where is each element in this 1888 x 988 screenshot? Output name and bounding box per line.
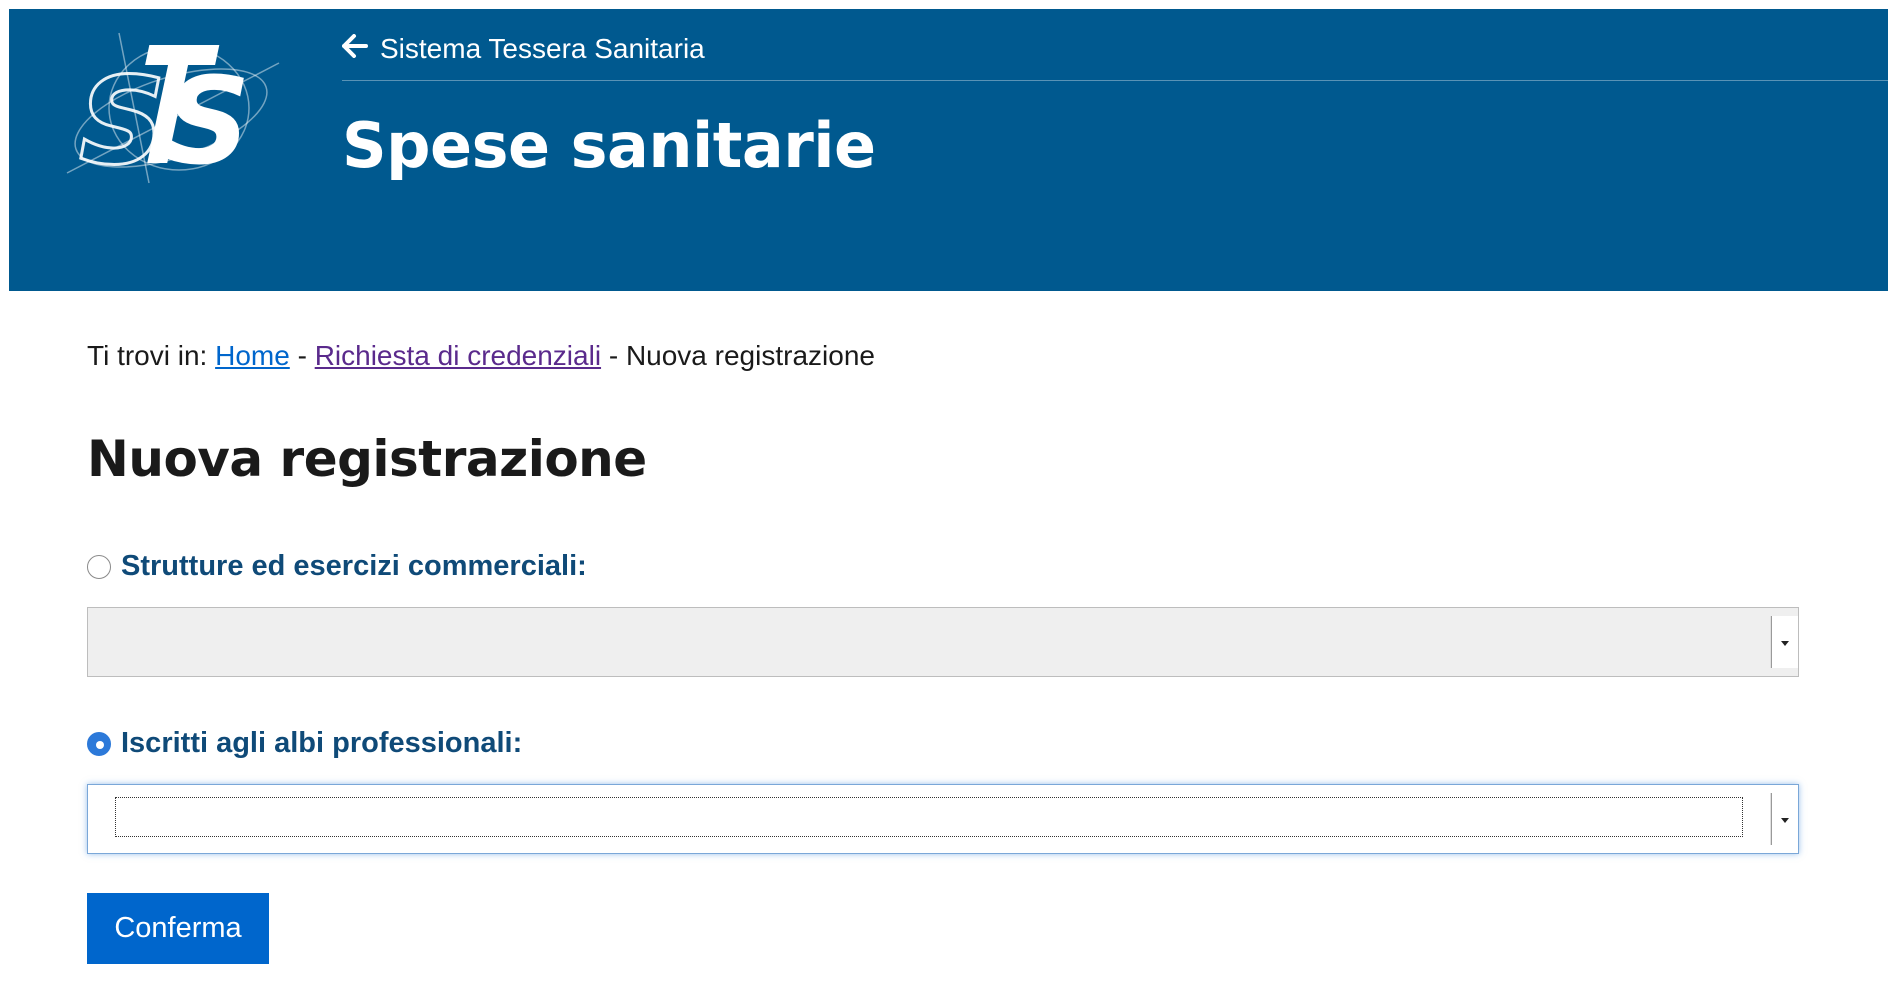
page-edge [0,0,8,988]
breadcrumb-home-link[interactable]: Home [215,340,290,371]
breadcrumb-credentials-link[interactable]: Richiesta di credenziali [315,340,601,371]
focus-ring [115,797,1743,837]
breadcrumb: Ti trovi in: Home - Richiesta di credenz… [87,340,875,372]
svg-text:S: S [79,53,165,192]
iscritti-select[interactable] [87,784,1799,854]
iscritti-label: Iscritti agli albi professionali: [121,727,523,759]
back-to-sts-link[interactable]: Sistema Tessera Sanitaria [342,33,705,65]
confirm-button[interactable]: Conferma [87,893,269,964]
breadcrumb-separator: - [608,340,619,371]
site-header: S S Sistema Tessera Sanitaria Spese sani… [9,9,1888,291]
strutture-select[interactable] [87,607,1799,677]
option-strutture-radio-row[interactable]: Strutture ed esercizi commerciali: [87,550,587,583]
breadcrumb-separator: - [297,340,307,371]
chevron-down-icon[interactable] [1771,793,1798,845]
iscritti-radio[interactable] [87,731,111,756]
arrow-left-icon [342,33,368,65]
option-iscritti-radio-row[interactable]: Iscritti agli albi professionali: [87,727,522,760]
chevron-down-icon[interactable] [1771,616,1798,668]
page-title: Nuova registrazione [87,430,647,488]
strutture-label: Strutture ed esercizi commerciali: [121,550,587,582]
sts-logo[interactable]: S S [59,23,289,194]
header-divider [342,80,1888,81]
strutture-radio[interactable] [87,554,111,579]
breadcrumb-current: Nuova registrazione [625,340,875,371]
back-link-label: Sistema Tessera Sanitaria [380,33,705,64]
breadcrumb-prefix: Ti trovi in: [87,340,208,371]
app-title: Spese sanitarie [342,109,876,182]
